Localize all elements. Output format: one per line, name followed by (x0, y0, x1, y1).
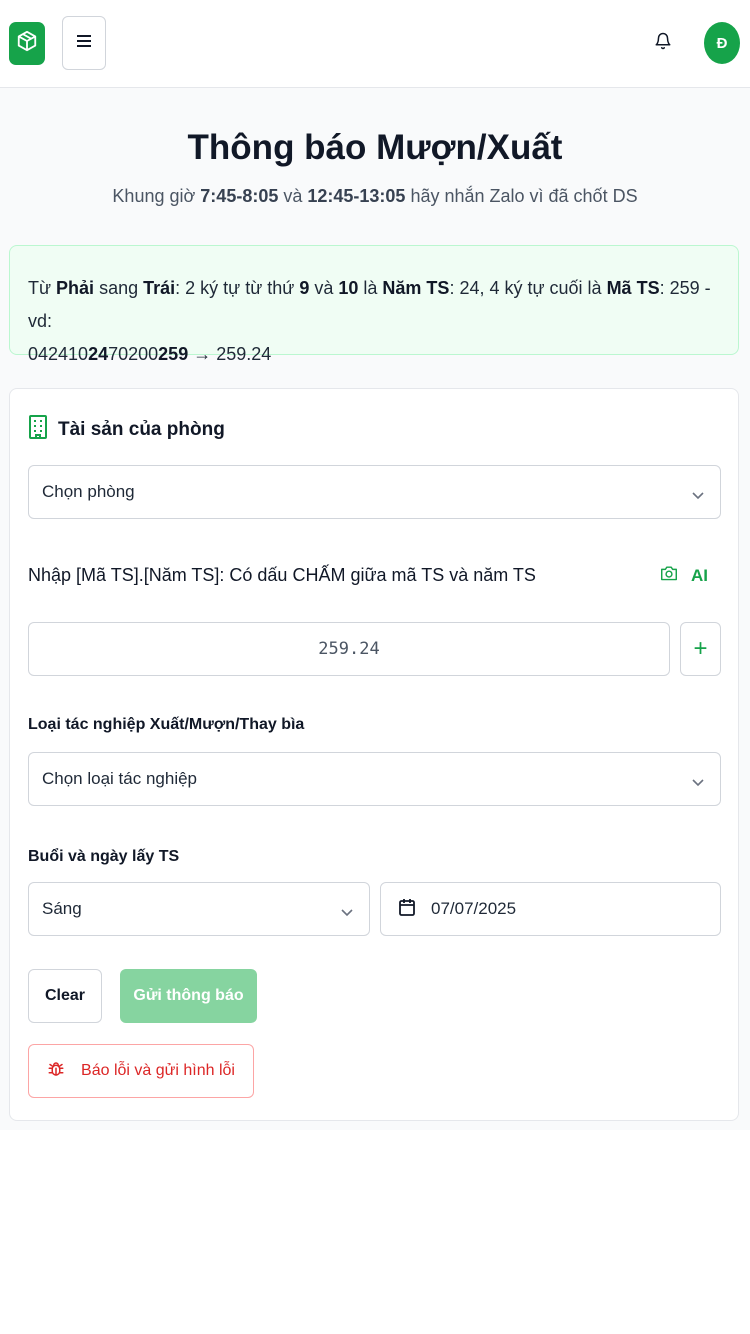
chevron-down-icon (692, 485, 704, 505)
section-title-text: Tài sản của phòng (58, 419, 225, 440)
main-content: Thông báo Mượn/Xuất Khung giờ 7:45-8:05 … (0, 88, 750, 1130)
add-asset-button[interactable]: + (680, 622, 721, 676)
asset-code-input[interactable]: 259.24 (28, 622, 670, 676)
instruction-box: Từ Phải sang Trái: 2 ký tự từ thứ 9 và 1… (9, 245, 739, 364)
chevron-down-icon (692, 772, 704, 792)
ts-input-label: Nhập [Mã TS].[Năm TS]: Có dấu CHẤM giữa … (28, 565, 536, 585)
top-header: Đ (0, 0, 750, 88)
session-select[interactable]: Sáng (28, 882, 370, 936)
date-input[interactable]: 07/07/2025 (380, 882, 721, 936)
menu-button[interactable] (62, 16, 106, 70)
room-select[interactable]: Chọn phòng (28, 465, 721, 519)
package-icon (16, 30, 38, 57)
section-title: Tài sản của phòng (28, 415, 225, 445)
avatar[interactable]: Đ (704, 22, 740, 64)
hamburger-icon (77, 34, 91, 52)
operation-select-value: Chọn loại tác nghiệp (42, 769, 198, 788)
bug-icon (47, 1059, 65, 1084)
ai-camera-button[interactable]: AI (660, 565, 708, 586)
clear-button[interactable]: Clear (28, 969, 102, 1023)
app-logo[interactable] (9, 22, 45, 65)
calendar-icon (399, 898, 415, 921)
page-subtitle: Khung giờ 7:45-8:05 và 12:45-13:05 hãy n… (112, 186, 638, 206)
chevron-down-icon (341, 902, 353, 922)
send-notification-button[interactable]: Gửi thông báo (120, 969, 257, 1023)
time-label: Buổi và ngày lấy TS (28, 848, 180, 865)
camera-icon (660, 565, 678, 586)
avatar-initial: Đ (716, 34, 728, 52)
page-title: Thông báo Mượn/Xuất (187, 128, 563, 167)
building-icon (28, 415, 48, 445)
report-bug-button[interactable]: Báo lỗi và gửi hình lỗi (28, 1044, 254, 1098)
session-select-value: Sáng (42, 899, 82, 918)
ai-label: AI (691, 565, 708, 585)
operation-label: Loại tác nghiệp Xuất/Mượn/Thay bìa (28, 716, 305, 733)
bell-icon (654, 31, 672, 56)
asset-form-card: Tài sản của phòng Chọn phòng Nhập [Mã TS… (9, 388, 739, 1121)
date-value: 07/07/2025 (431, 899, 517, 918)
operation-select[interactable]: Chọn loại tác nghiệp (28, 752, 721, 806)
report-label: Báo lỗi và gửi hình lỗi (81, 1062, 235, 1079)
room-select-value: Chọn phòng (42, 482, 135, 501)
notifications-button[interactable] (651, 30, 675, 56)
